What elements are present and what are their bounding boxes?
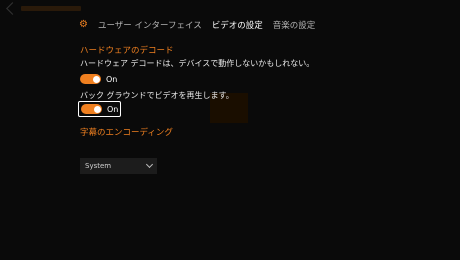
tab-user-interface[interactable]: ユーザー インターフェイス <box>98 19 202 31</box>
hardware-decode-description: ハードウェア デコードは、デバイスで動作しないかもしれない。 <box>80 59 315 68</box>
gear-icon: ⚙ <box>79 19 88 30</box>
hardware-decode-title: ハードウェアのデコード <box>80 46 174 56</box>
toggle-knob <box>92 75 100 83</box>
background-playback-toggle-row[interactable]: On <box>78 101 122 117</box>
settings-tabs: ⚙ ユーザー インターフェイス ビデオの設定 音楽の設定 <box>79 16 315 34</box>
hardware-decode-toggle[interactable] <box>80 74 101 84</box>
chevron-down-icon <box>145 160 154 169</box>
tab-music-settings[interactable]: 音楽の設定 <box>273 19 316 31</box>
settings-screen: ⚙ ユーザー インターフェイス ビデオの設定 音楽の設定 ハードウェアのデコード… <box>0 0 460 260</box>
app-logo <box>21 5 81 11</box>
background-playback-description: バック グラウンドでビデオを再生します。 <box>80 91 234 100</box>
toggle-knob <box>93 105 101 113</box>
tab-video-settings[interactable]: ビデオの設定 <box>212 19 263 31</box>
subtitle-encoding-title: 字幕のエンコーディング <box>80 128 173 138</box>
hardware-decode-toggle-label: On <box>106 74 118 84</box>
back-arrow-icon[interactable] <box>6 1 19 15</box>
app-header <box>0 0 81 16</box>
subtitle-encoding-select[interactable]: System <box>80 158 157 174</box>
background-playback-toggle[interactable] <box>81 104 102 114</box>
hardware-decode-toggle-row[interactable]: On <box>80 74 117 84</box>
subtitle-encoding-value: System <box>85 162 112 170</box>
background-playback-toggle-label: On <box>107 104 119 114</box>
